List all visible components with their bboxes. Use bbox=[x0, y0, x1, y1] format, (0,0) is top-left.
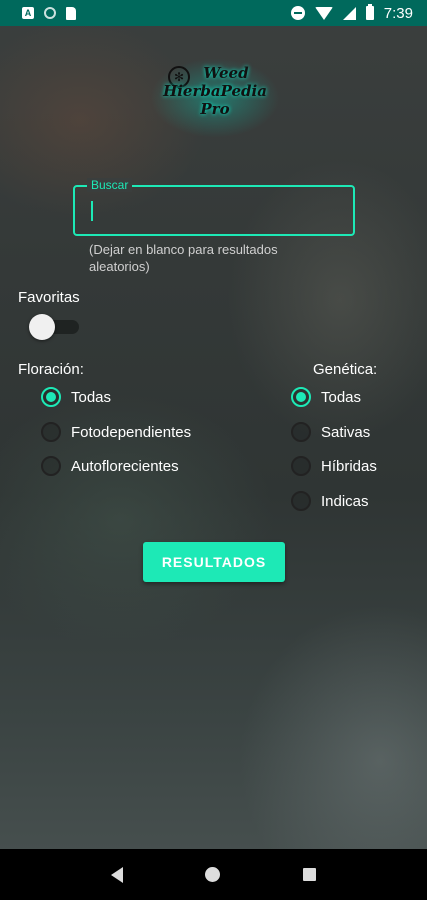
logo-line-3: Pro bbox=[200, 100, 230, 118]
logo-line-1: Weed bbox=[203, 64, 249, 82]
radio-unchecked-icon[interactable] bbox=[291, 422, 311, 442]
radio-unchecked-icon[interactable] bbox=[41, 422, 61, 442]
floracion-title: Floración: bbox=[18, 361, 84, 378]
navigation-bar bbox=[0, 849, 427, 900]
favorites-label: Favoritas bbox=[18, 289, 80, 306]
genetica-option-sativas[interactable]: Sativas bbox=[291, 422, 370, 442]
favorites-switch[interactable] bbox=[29, 314, 81, 340]
floracion-option-autoflorecientes[interactable]: Autoflorecientes bbox=[41, 456, 179, 476]
radio-label: Indicas bbox=[321, 492, 369, 510]
genetica-option-indicas[interactable]: Indicas bbox=[291, 491, 369, 511]
genetica-title: Genética: bbox=[313, 361, 378, 378]
radio-label: Fotodependientes bbox=[71, 423, 192, 441]
battery-icon bbox=[365, 4, 374, 20]
radio-unchecked-icon[interactable] bbox=[41, 456, 61, 476]
radio-label: Híbridas bbox=[321, 457, 377, 475]
sd-card-icon bbox=[66, 6, 76, 20]
switch-thumb[interactable] bbox=[29, 314, 55, 340]
radio-label: Todas bbox=[71, 388, 112, 406]
radio-checked-icon[interactable] bbox=[41, 387, 61, 407]
back-icon[interactable] bbox=[111, 866, 124, 883]
radio-label: Sativas bbox=[321, 423, 371, 441]
search-field[interactable]: Buscar bbox=[73, 178, 355, 236]
clock: 7:39 bbox=[383, 4, 413, 22]
app-logo: ✻ Weed HierbaPedia Pro bbox=[150, 58, 280, 138]
signal-icon bbox=[342, 6, 356, 20]
genetica-option-hibridas[interactable]: Híbridas bbox=[291, 456, 377, 476]
logo-line-2: HierbaPedia bbox=[163, 82, 267, 100]
recents-icon[interactable] bbox=[302, 868, 316, 881]
search-label: Buscar bbox=[87, 178, 133, 192]
do-not-disturb-icon bbox=[290, 6, 305, 20]
radio-label: Autoflorecientes bbox=[71, 457, 179, 475]
genetica-option-todas[interactable]: Todas bbox=[291, 387, 361, 407]
status-bar: A 7:39 bbox=[0, 0, 427, 26]
circle-icon bbox=[44, 7, 56, 19]
search-hint: (Dejar en blanco para resultados aleator… bbox=[89, 242, 278, 274]
radio-label: Todas bbox=[321, 388, 362, 406]
a-notification-icon: A bbox=[22, 7, 34, 19]
wifi-icon bbox=[314, 6, 333, 20]
radio-checked-icon[interactable] bbox=[291, 387, 311, 407]
home-icon[interactable] bbox=[205, 867, 221, 882]
results-button[interactable]: RESULTADOS bbox=[143, 542, 285, 582]
floracion-option-todas[interactable]: Todas bbox=[41, 387, 111, 407]
radio-unchecked-icon[interactable] bbox=[291, 491, 311, 511]
floracion-option-fotodependientes[interactable]: Fotodependientes bbox=[41, 422, 191, 442]
search-input[interactable] bbox=[89, 199, 343, 225]
radio-unchecked-icon[interactable] bbox=[291, 456, 311, 476]
